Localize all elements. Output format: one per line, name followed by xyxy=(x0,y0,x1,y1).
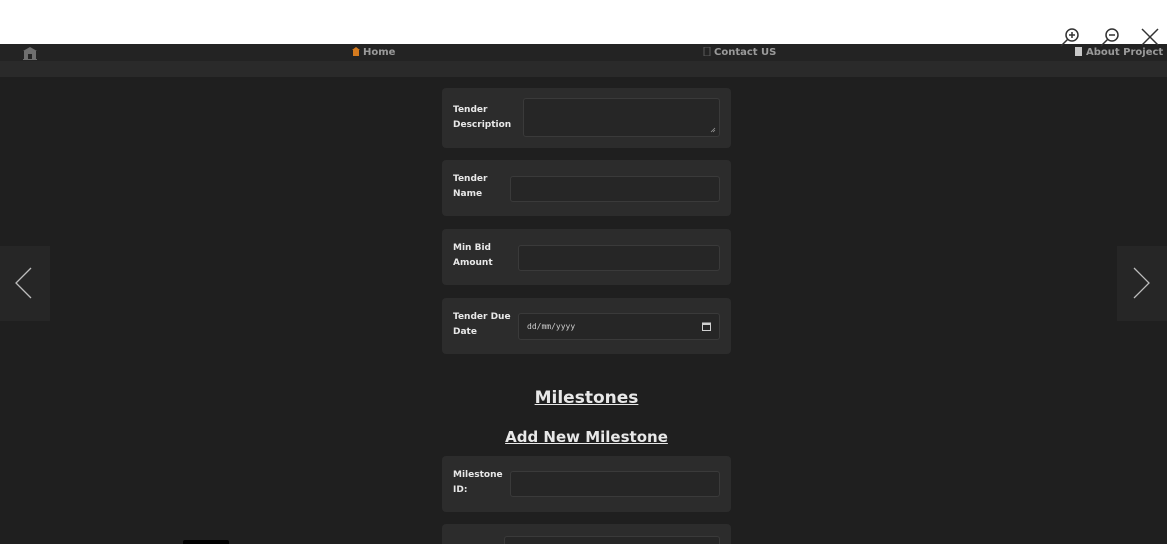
chevron-left-icon xyxy=(15,267,32,299)
tender-name-label: Tender Name xyxy=(453,174,488,199)
tender-description-textarea[interactable] xyxy=(523,98,720,137)
chevron-right-icon xyxy=(1133,267,1150,299)
tender-description-label: Tender Description xyxy=(453,105,512,130)
nav-home-label: Home xyxy=(363,47,396,58)
next-milestone-card xyxy=(442,524,731,544)
milestones-title: Milestones xyxy=(534,388,639,408)
min-bid-input[interactable] xyxy=(518,245,720,271)
nav-contact-label: Contact US xyxy=(714,47,777,58)
add-new-milestone-link[interactable]: Add New Milestone xyxy=(442,428,731,446)
milestone-id-input[interactable] xyxy=(510,471,720,497)
close-icon[interactable] xyxy=(1139,26,1161,48)
viewport: Home Contact US About Project Tender Des… xyxy=(0,0,1175,552)
tender-name-input[interactable] xyxy=(510,176,720,202)
due-date-placeholder: dd/mm/yyyy xyxy=(527,322,576,331)
home-glyph-icon xyxy=(352,47,360,56)
resize-grip-icon[interactable] xyxy=(710,127,716,133)
milestone-id-label: Milestone ID: xyxy=(453,470,503,495)
nav-link-contact[interactable]: Contact US xyxy=(703,47,776,59)
tender-description-card: Tender Description xyxy=(442,88,731,148)
due-date-input[interactable]: dd/mm/yyyy xyxy=(518,313,720,340)
home-icon[interactable] xyxy=(23,47,37,60)
viewer-controls xyxy=(1059,26,1161,48)
navbar: Home Contact US About Project xyxy=(0,44,1167,61)
nav-link-about[interactable]: About Project xyxy=(1075,47,1163,59)
zoom-out-icon[interactable] xyxy=(1099,26,1121,48)
bottom-edge xyxy=(0,544,1175,552)
previous-slide-button[interactable] xyxy=(0,246,50,321)
nav-about-label: About Project xyxy=(1086,47,1164,58)
due-date-card: Tender Due Date dd/mm/yyyy xyxy=(442,298,731,354)
contact-glyph-icon xyxy=(703,47,711,56)
tender-name-card: Tender Name xyxy=(442,160,731,216)
nav-strip xyxy=(0,61,1167,77)
milestone-id-card: Milestone ID: xyxy=(442,456,731,512)
min-bid-label: Min Bid Amount xyxy=(453,243,493,268)
next-slide-button[interactable] xyxy=(1117,246,1167,321)
calendar-icon[interactable] xyxy=(702,322,711,331)
due-date-label: Tender Due Date xyxy=(453,312,511,337)
nav-link-home[interactable]: Home xyxy=(352,47,395,59)
zoom-in-icon[interactable] xyxy=(1059,26,1081,48)
document-icon xyxy=(1075,47,1082,56)
next-milestone-input[interactable] xyxy=(504,536,720,544)
min-bid-card: Min Bid Amount xyxy=(442,229,731,285)
